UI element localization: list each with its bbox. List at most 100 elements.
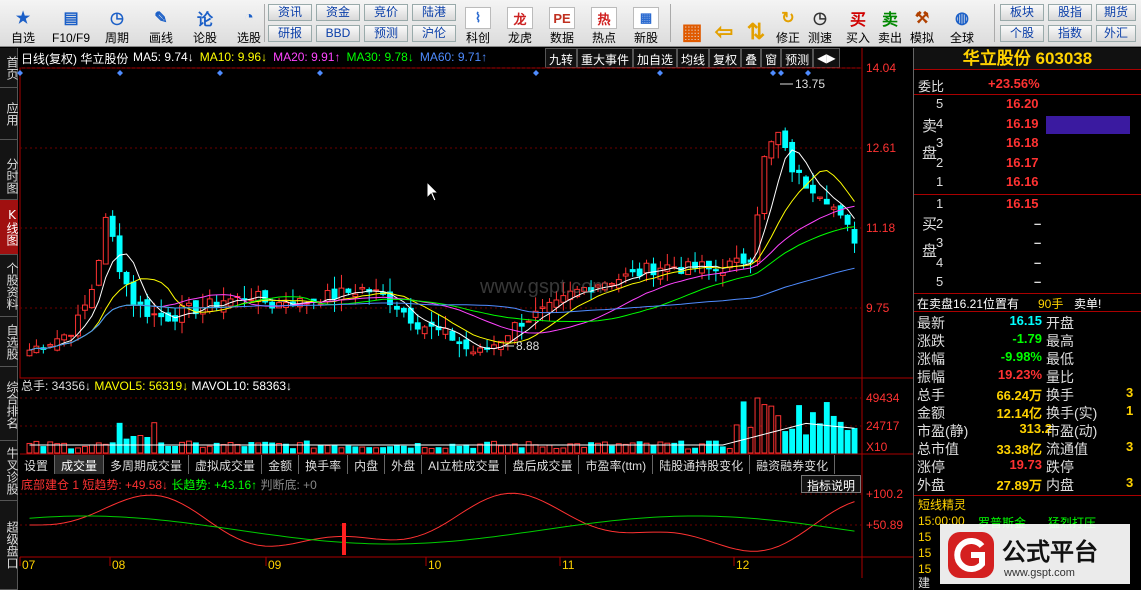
toolbar-market-button[interactable]: 板块 bbox=[1000, 4, 1044, 21]
event-marker-icon[interactable] bbox=[117, 70, 123, 76]
candle-body bbox=[352, 293, 359, 298]
volume-bar bbox=[636, 441, 643, 454]
candle-body bbox=[664, 264, 671, 272]
volume-bar bbox=[290, 448, 296, 454]
volume-bar bbox=[588, 442, 594, 454]
buy-price[interactable]: – bbox=[1034, 216, 1041, 231]
volume-bar bbox=[345, 445, 352, 454]
kline-chart[interactable]: 14.04 12.61 11.18 9.75 13.75 8.88 www.gspt.com… bbox=[0, 0, 913, 590]
indicator-help-button[interactable]: 指标说明 bbox=[801, 475, 862, 493]
toolbar-market-button[interactable]: 外汇 bbox=[1096, 25, 1136, 42]
volume-bar bbox=[685, 448, 692, 454]
buy-price[interactable]: 16.15 bbox=[1006, 196, 1039, 211]
sell-price[interactable]: 16.19 bbox=[1006, 116, 1039, 131]
candle-body bbox=[539, 306, 546, 309]
candle-body bbox=[463, 339, 470, 350]
volume-bar bbox=[33, 440, 40, 454]
sell-price[interactable]: 16.17 bbox=[1006, 155, 1039, 170]
candle-body bbox=[88, 288, 95, 309]
toolbar-market-button[interactable]: 个股 bbox=[1000, 25, 1044, 42]
price-tick-label: 9.75 bbox=[866, 301, 890, 315]
indicator-tab[interactable]: 换手率 bbox=[299, 455, 349, 474]
event-marker-icon[interactable] bbox=[778, 70, 784, 76]
x-axis-label: 07 bbox=[22, 558, 36, 572]
candle-body bbox=[109, 215, 116, 237]
buy-price[interactable]: – bbox=[1034, 235, 1041, 250]
sell-level: 1 bbox=[936, 174, 944, 189]
indicator-tab[interactable]: 内盘 bbox=[348, 455, 386, 474]
panel-bottom-text: 建 bbox=[918, 576, 931, 590]
volume-bar bbox=[622, 443, 629, 454]
toolbar-globe-button[interactable]: ◍ 全球 bbox=[946, 2, 978, 45]
stat-value: 33.38亿 bbox=[996, 442, 1042, 457]
candle-body bbox=[130, 281, 137, 305]
volume-bar bbox=[442, 447, 449, 454]
buy-price[interactable]: – bbox=[1034, 274, 1041, 289]
indicator-tab[interactable]: 陆股通持股变化 bbox=[653, 455, 751, 474]
indicator-tab[interactable]: 外盘 bbox=[385, 455, 423, 474]
volume-bar bbox=[380, 447, 386, 454]
stat-label: 涨幅 bbox=[917, 351, 945, 367]
stat-value-right: 3 bbox=[1126, 385, 1134, 400]
volume-bar bbox=[338, 447, 345, 454]
order-note-tag: 卖单! bbox=[1074, 297, 1102, 311]
indicator-tab[interactable]: 金额 bbox=[262, 455, 300, 474]
event-marker-icon[interactable] bbox=[17, 70, 23, 76]
event-marker-icon[interactable] bbox=[317, 70, 323, 76]
stat-label-right: 换手(实) bbox=[1046, 405, 1098, 421]
indicator-tab[interactable]: 市盈率(ttm) bbox=[579, 455, 654, 474]
indicator-tab[interactable]: 虚拟成交量 bbox=[189, 455, 263, 474]
volume-bar bbox=[303, 440, 310, 454]
volume-bar bbox=[82, 445, 88, 454]
order-note-value: 90手 bbox=[1038, 297, 1064, 311]
indicator-long-trend: 长趋势: +43.16↑ bbox=[171, 478, 260, 492]
indicator-tab[interactable]: 盘后成交量 bbox=[506, 455, 580, 474]
volume-bar bbox=[352, 446, 359, 454]
stat-value: 27.89万 bbox=[996, 478, 1042, 493]
stat-value-right: 3 bbox=[1126, 475, 1134, 490]
toolbar-market-button[interactable]: 股指 bbox=[1048, 4, 1092, 21]
divider bbox=[914, 94, 1141, 95]
toolbar-market-button[interactable]: 期货 bbox=[1096, 4, 1136, 21]
volume-bar bbox=[158, 442, 165, 454]
volume-bar bbox=[782, 431, 789, 454]
x-axis-label: 08 bbox=[112, 558, 126, 572]
mouse-cursor-icon bbox=[426, 180, 440, 202]
indicator-tab[interactable]: AI立桩成交量 bbox=[422, 455, 507, 474]
short-line-genie-title[interactable]: 短线精灵 bbox=[918, 496, 966, 513]
sell-price[interactable]: 16.18 bbox=[1006, 135, 1039, 150]
event-marker-icon[interactable] bbox=[657, 70, 663, 76]
indicator-tab[interactable]: 多周期成交量 bbox=[104, 455, 190, 474]
candle-body bbox=[525, 320, 532, 323]
event-marker-icon[interactable] bbox=[217, 70, 223, 76]
indicator-tab[interactable]: 融资融券变化 bbox=[750, 455, 836, 474]
candle-body bbox=[851, 229, 858, 244]
event-marker-icon[interactable] bbox=[805, 70, 811, 76]
candle-body bbox=[144, 299, 151, 317]
svg-text:公式平台: 公式平台 bbox=[1002, 538, 1098, 566]
event-marker-icon[interactable] bbox=[533, 70, 539, 76]
volume-bar bbox=[310, 447, 317, 454]
buy-level: 2 bbox=[936, 215, 944, 231]
indicator-tab[interactable]: 成交量 bbox=[55, 455, 105, 474]
divider bbox=[914, 311, 1141, 312]
volume-bar bbox=[629, 442, 636, 454]
sell-price[interactable]: 16.16 bbox=[1006, 174, 1039, 189]
volume-bar bbox=[532, 444, 539, 454]
volume-bar bbox=[331, 445, 338, 454]
indicator-tab[interactable]: 设置 bbox=[18, 455, 56, 474]
volume-bar bbox=[484, 441, 490, 454]
candle-body bbox=[206, 298, 213, 312]
indicator-short-trend: 1 短趋势: +49.58↓ bbox=[72, 478, 171, 492]
event-marker-icon[interactable] bbox=[770, 70, 776, 76]
volume-bar bbox=[255, 442, 262, 454]
weibi-value: +23.56% bbox=[988, 76, 1040, 91]
toolbar-market-button[interactable]: 指数 bbox=[1048, 25, 1092, 42]
volume-bar bbox=[47, 441, 54, 454]
candle-body bbox=[553, 299, 560, 308]
buy-price[interactable]: – bbox=[1034, 255, 1041, 270]
panel-title: 华立股份 603038 bbox=[914, 48, 1141, 70]
x-axis-label: 09 bbox=[268, 558, 282, 572]
sell-price[interactable]: 16.20 bbox=[1006, 96, 1039, 111]
x-axis-label: 10 bbox=[428, 558, 442, 572]
